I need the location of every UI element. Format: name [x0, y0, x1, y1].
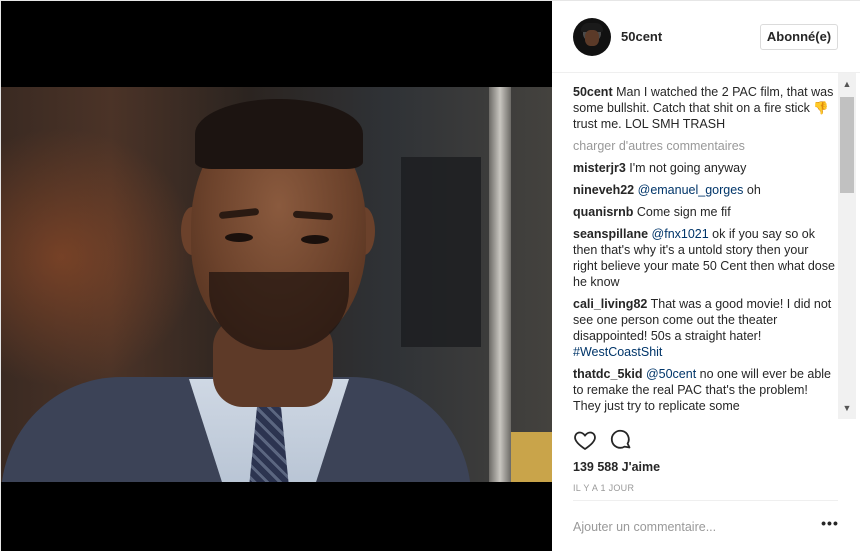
comment-username[interactable]: quanisrnb [573, 205, 633, 219]
post-side-panel: 50cent Abonné(e) 50cent Man I watched th… [552, 1, 860, 551]
comment-username[interactable]: misterjr3 [573, 161, 626, 175]
likes-count[interactable]: 139 588 J'aime [573, 460, 660, 474]
scroll-up-arrow-icon[interactable]: ▲ [838, 77, 856, 91]
post-timestamp: IL Y A 1 JOUR [573, 483, 635, 493]
header-username[interactable]: 50cent [621, 29, 662, 44]
comment-username[interactable]: thatdc_5kid [573, 367, 642, 381]
comments-list[interactable]: 50cent Man I watched the 2 PAC film, tha… [552, 73, 860, 419]
comment-item: seanspillane @fnx1021 ok if you say so o… [573, 226, 836, 290]
comment-item: nineveh22 @emanuel_gorges oh [573, 182, 836, 198]
comment-mention[interactable]: @emanuel_gorges [638, 183, 744, 197]
comment-username[interactable]: cali_living82 [573, 297, 647, 311]
more-options-icon[interactable]: ••• [820, 516, 840, 535]
caption-username[interactable]: 50cent [573, 85, 613, 99]
comment-mention[interactable]: @50cent [646, 367, 696, 381]
scroll-down-arrow-icon[interactable]: ▼ [838, 401, 856, 415]
comments-scrollbar[interactable]: ▲ ▼ [838, 73, 856, 419]
comment-text: oh [743, 183, 761, 197]
comment-item: misterjr3 I'm not going anyway [573, 160, 836, 176]
comment-bubble-icon[interactable] [609, 428, 633, 452]
comment-item: thatdc_5kid @50cent no one will ever be … [573, 366, 836, 414]
thumbs-down-emoji: 👎 [813, 101, 829, 115]
comment-mention[interactable]: @fnx1021 [652, 227, 709, 241]
comment-username[interactable]: seanspillane [573, 227, 648, 241]
comment-text: I'm not going anyway [629, 161, 747, 175]
comment-username[interactable]: nineveh22 [573, 183, 634, 197]
comment-hashtag[interactable]: #WestCoastShit [573, 345, 662, 359]
following-button[interactable]: Abonné(e) [760, 24, 838, 50]
caption: 50cent Man I watched the 2 PAC film, tha… [573, 84, 836, 132]
caption-text-end: trust me. LOL SMH TRASH [573, 117, 726, 131]
comment-text: Come sign me fif [636, 205, 731, 219]
photo-panel [1, 1, 552, 551]
heart-icon[interactable] [573, 428, 597, 452]
comment-item: cali_living82 That was a good movie! I d… [573, 296, 836, 360]
caption-text: Man I watched the 2 PAC film, that was s… [573, 85, 834, 115]
post-header: 50cent Abonné(e) [552, 1, 860, 73]
load-more-comments-link[interactable]: charger d'autres commentaires [573, 138, 836, 154]
scrollbar-thumb[interactable] [840, 97, 854, 193]
comment-item: quanisrnb Come sign me fif [573, 204, 836, 220]
add-comment-input[interactable] [573, 518, 803, 536]
avatar[interactable] [573, 18, 611, 56]
instagram-post-modal: 50cent Abonné(e) 50cent Man I watched th… [0, 0, 860, 551]
divider [573, 500, 838, 501]
post-photo[interactable] [1, 87, 552, 482]
